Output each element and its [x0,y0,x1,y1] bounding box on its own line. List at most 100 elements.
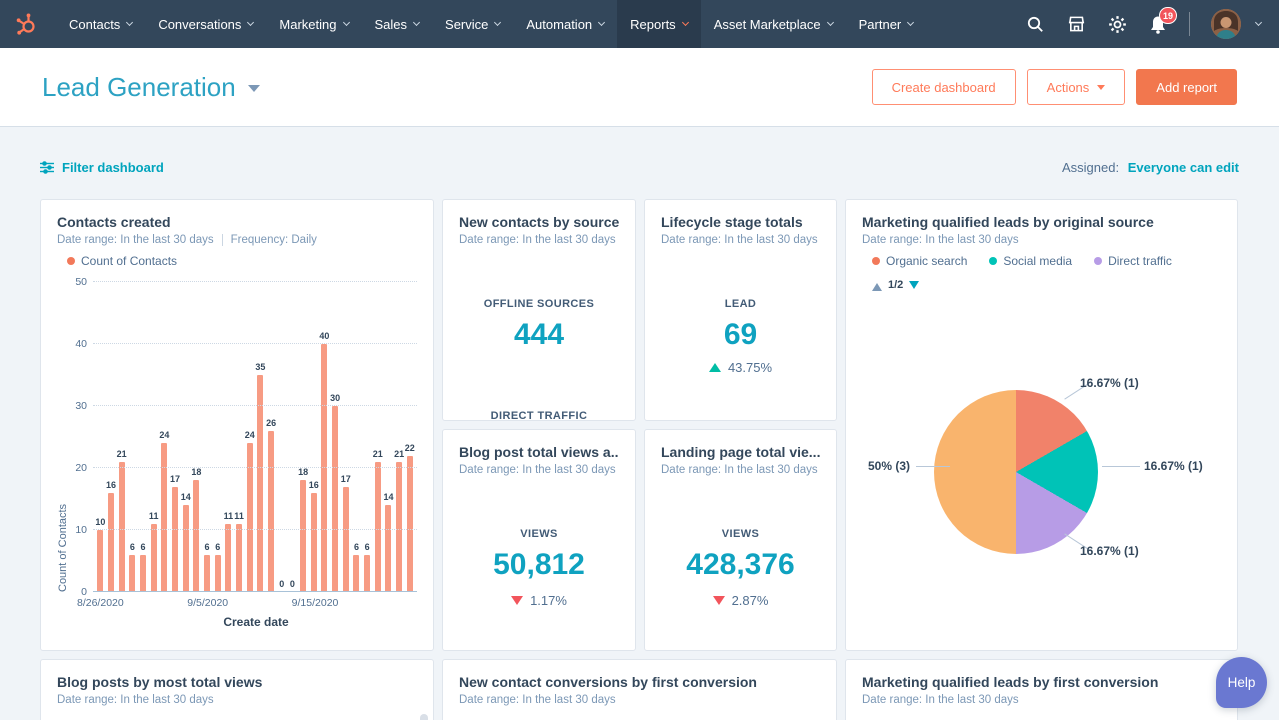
nav-item-service[interactable]: Service [432,0,513,48]
help-button[interactable]: Help [1216,657,1267,708]
bar[interactable] [193,480,199,592]
hubspot-logo-icon[interactable] [14,11,40,37]
legend-item: Social media [989,254,1072,268]
nav-item-conversations[interactable]: Conversations [145,0,266,48]
date-range-label: Date range: In the last 30 days [57,234,214,246]
bar-column: 14 [383,282,394,592]
nav-item-reports[interactable]: Reports [617,0,701,48]
divider [222,234,223,246]
bar-value-label: 11 [149,511,159,521]
bar[interactable] [396,462,402,592]
header-buttons: Create dashboard Actions Add report [872,69,1237,105]
filter-dashboard-link[interactable]: Filter dashboard [40,160,164,175]
bar[interactable] [151,524,157,592]
date-range-label: Date range: In the last 30 days [862,234,1019,246]
page-indicator: 1/2 [888,279,903,291]
page-down-icon[interactable] [909,281,919,294]
bar-column: 0 [287,282,298,592]
nav-item-sales[interactable]: Sales [362,0,433,48]
bar[interactable] [257,375,263,592]
bar-column: 6 [202,282,213,592]
bar-value-label: 35 [255,362,265,372]
bar[interactable] [140,555,146,592]
pie-slice-label: 16.67% (1) [1080,376,1139,390]
bar[interactable] [353,555,359,592]
nav-item-contacts[interactable]: Contacts [56,0,145,48]
bar[interactable] [183,505,189,592]
nav-item-partner[interactable]: Partner [846,0,927,48]
filter-dashboard-label: Filter dashboard [62,160,164,175]
bar-value-label: 21 [394,449,404,459]
bar[interactable] [385,505,391,592]
bar[interactable] [375,462,381,592]
x-axis-label: Create date [57,615,417,629]
callout-line [916,466,950,467]
app-root: Contacts Conversations Marketing Sales Servi… [0,0,1279,720]
bar[interactable] [364,555,370,592]
notifications-bell-icon[interactable]: 19 [1148,14,1168,34]
bar-column: 21 [372,282,383,592]
legend-label: Direct traffic [1108,254,1172,268]
bar[interactable] [119,462,125,592]
nav-item-marketing[interactable]: Marketing [266,0,361,48]
pie-chart[interactable] [934,390,1098,554]
search-icon[interactable] [1025,14,1045,34]
bar[interactable] [311,493,317,592]
metric-label: DIRECT TRAFFIC [459,410,619,421]
x-axis-line [93,591,417,592]
bar[interactable] [300,480,306,592]
bar[interactable] [407,456,413,592]
add-report-button[interactable]: Add report [1136,69,1237,105]
bar-chart-plot[interactable]: 1016216611241714186611112435260018164030… [93,282,417,592]
scrollbar-thumb[interactable] [420,714,428,720]
bar[interactable] [215,555,221,592]
create-dashboard-button[interactable]: Create dashboard [872,69,1016,105]
bar[interactable] [97,530,103,592]
callout-line [1102,466,1140,467]
bar[interactable] [343,487,349,592]
avatar[interactable] [1211,9,1241,39]
page-up-icon[interactable] [872,278,882,291]
bar[interactable] [321,344,327,592]
bar[interactable] [161,443,167,592]
legend-label: Count of Contacts [81,254,177,268]
bar-value-label: 6 [205,542,210,552]
bar[interactable] [332,406,338,592]
card-new-contacts-by-source: New contacts by source Date range: In th… [442,199,636,421]
assigned-value-link[interactable]: Everyone can edit [1128,160,1239,175]
chevron-down-icon [248,85,260,98]
settings-gear-icon[interactable] [1107,14,1127,34]
bar[interactable] [247,443,253,592]
card-title: New contacts by source [459,214,619,230]
user-menu[interactable] [1211,9,1261,39]
bar[interactable] [236,524,242,592]
bar[interactable] [172,487,178,592]
nav-item-label: Conversations [158,17,241,32]
actions-button[interactable]: Actions [1027,69,1126,105]
marketplace-icon[interactable] [1066,14,1086,34]
nav-item-label: Sales [375,17,408,32]
bar[interactable] [204,555,210,592]
bar-column: 18 [191,282,202,592]
dashboard-body: Filter dashboard Assigned: Everyone can … [0,127,1279,720]
bar[interactable] [225,524,231,592]
chart-legend: Organic searchSocial mediaDirect traffic [872,254,1221,268]
bar-column: 21 [116,282,127,592]
metric-label: VIEWS [661,528,820,540]
delta-value: 2.87% [732,593,769,608]
legend-dot-icon [1094,257,1102,265]
top-navigation: Contacts Conversations Marketing Sales Servi… [0,0,1279,48]
bar-column: 6 [212,282,223,592]
bar[interactable] [268,431,274,592]
bar-value-label: 17 [170,474,180,484]
bar-value-label: 21 [373,449,383,459]
bar-column: 18 [298,282,309,592]
nav-item-automation[interactable]: Automation [513,0,617,48]
bar-value-label: 0 [279,579,284,589]
bar[interactable] [108,493,114,592]
bar[interactable] [129,555,135,592]
y-axis-tick: 50 [75,276,87,288]
primary-nav-items: Contacts Conversations Marketing Sales Servi… [56,0,926,48]
dashboard-title-dropdown[interactable]: Lead Generation [42,72,260,103]
nav-item-asset-marketplace[interactable]: Asset Marketplace [701,0,846,48]
